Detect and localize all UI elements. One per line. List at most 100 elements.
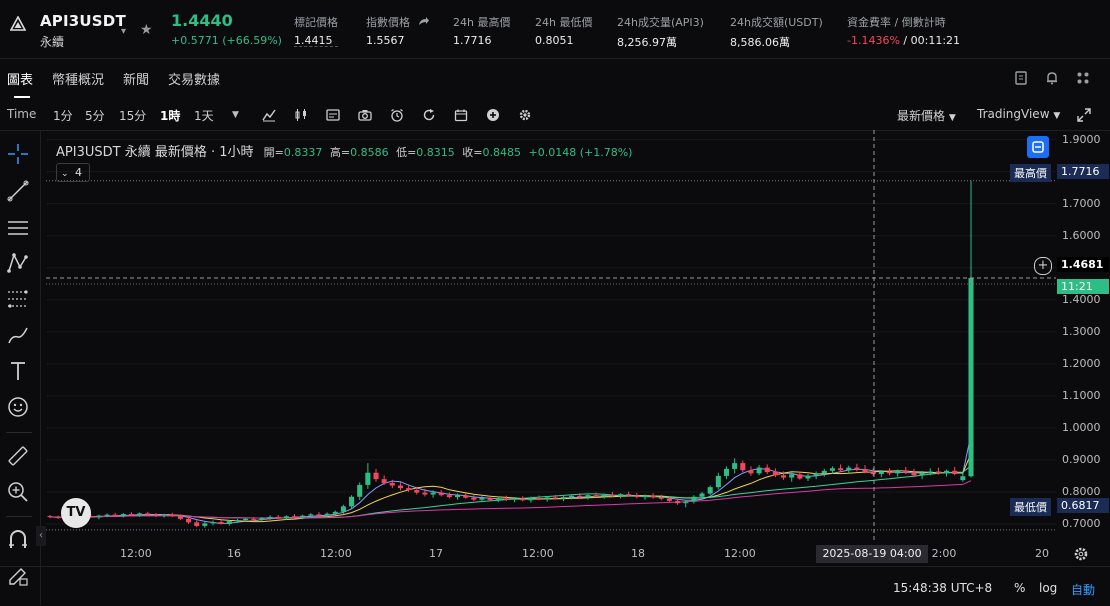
candle-body (145, 513, 151, 515)
candle-body (707, 487, 713, 494)
pattern-tool-icon[interactable] (6, 251, 30, 275)
ruler-icon[interactable] (6, 444, 30, 468)
time-tick: 12:00 (120, 547, 152, 560)
interval-more-chevron-icon[interactable]: ▼ (232, 110, 239, 120)
price-type-select[interactable]: 最新價格 ▼ (897, 107, 956, 124)
candle-body (226, 521, 232, 524)
chart-compare-button[interactable] (1027, 136, 1049, 158)
favorite-star-icon[interactable]: ★ (140, 22, 153, 38)
candle-body (870, 472, 876, 475)
time-tick: 2:00 (931, 547, 957, 560)
refresh-icon[interactable] (422, 108, 436, 122)
gear-icon[interactable] (518, 108, 532, 122)
clock[interactable]: 15:48:38 UTC+8 (893, 581, 992, 595)
interval-1h[interactable]: 1時 (160, 107, 180, 124)
tab-trading-data[interactable]: 交易數據 (168, 69, 220, 88)
time-tick: 16 (227, 547, 241, 560)
interval-1d[interactable]: 1天 (194, 107, 214, 124)
candle-body (112, 514, 118, 516)
candle-body (683, 501, 689, 504)
goto-start-icon[interactable] (5, 573, 29, 597)
candle-body (797, 474, 803, 479)
log-toggle[interactable]: log (1039, 581, 1057, 595)
text-tool-icon[interactable] (6, 359, 30, 383)
indicators-icon[interactable] (262, 108, 276, 122)
indicators-toggle[interactable]: ⌄ 4 (56, 163, 90, 182)
legend-low: 0.8315 (416, 146, 455, 159)
legend-change: +0.0148 (+1.78%) (528, 146, 633, 159)
horizontal-lines-icon[interactable] (6, 216, 30, 240)
candle-body (47, 515, 53, 517)
candle-body (414, 490, 420, 493)
axis-settings-gear-icon[interactable] (1073, 546, 1089, 562)
camera-icon[interactable] (358, 108, 372, 122)
candle-body (463, 495, 469, 498)
tab-chart[interactable]: 圖表 (7, 69, 33, 88)
candle-body (919, 472, 925, 476)
tab-news[interactable]: 新聞 (123, 69, 149, 88)
legend-title: API3USDT 永續 最新價格 · 1小時 (56, 145, 254, 160)
price-chart[interactable] (46, 130, 1056, 540)
candle-body (357, 484, 363, 497)
index-price-label[interactable]: 指數價格 (366, 14, 410, 30)
candle-body (438, 492, 444, 496)
candle-body (878, 471, 884, 475)
symbol-name[interactable]: API3USDT (40, 12, 126, 30)
collapse-toolbar-icon[interactable]: ‹ (36, 526, 46, 546)
candle-body (104, 514, 110, 516)
time-tick: 17 (429, 547, 443, 560)
candle-body (968, 277, 974, 477)
fib-retracement-icon[interactable] (6, 287, 30, 311)
cursor-price-label: 1.4681 (1057, 257, 1109, 272)
price-tick: 1.1000 (1062, 388, 1101, 402)
calendar-icon[interactable] (454, 108, 468, 122)
ma-line-fast (49, 434, 972, 525)
candle-body (618, 494, 624, 497)
notebook-icon[interactable] (1014, 71, 1028, 85)
candle-body (169, 514, 175, 517)
brush-icon[interactable] (6, 323, 30, 347)
provider-select[interactable]: TradingView ▼ (977, 107, 1060, 121)
interval-15m[interactable]: 15分 (119, 107, 146, 124)
candle-body (528, 498, 534, 501)
add-alert-plus-icon[interactable]: + (1034, 257, 1052, 275)
candle-body (593, 495, 599, 497)
zoom-in-icon[interactable] (6, 480, 30, 504)
mark-price-label[interactable]: 標記價格 (294, 14, 338, 30)
candle-body (177, 516, 183, 519)
candle-body (952, 470, 958, 475)
expand-icon[interactable] (1077, 108, 1091, 122)
interval-1m[interactable]: 1分 (53, 107, 73, 124)
interval-5m[interactable]: 5分 (85, 107, 105, 124)
swap-icon (1032, 141, 1044, 153)
candle-body (911, 472, 917, 476)
chart-settings-icon[interactable] (326, 108, 340, 122)
share-arrow-icon[interactable] (418, 16, 429, 26)
trend-line-icon[interactable] (6, 179, 30, 203)
crosshair-icon[interactable] (6, 142, 30, 166)
ma-line-medium (49, 453, 972, 523)
percent-toggle[interactable]: % (1014, 581, 1025, 595)
time-label[interactable]: Time (7, 107, 36, 121)
candle-body (675, 500, 681, 504)
chevron-down-icon[interactable]: ▾ (121, 26, 126, 37)
tradingview-logo-icon[interactable]: TV (61, 498, 91, 528)
layout-grid-icon[interactable] (1076, 71, 1090, 85)
add-circle-icon[interactable] (486, 108, 500, 122)
high-24h-value: 1.7716 (453, 34, 492, 47)
magnet-icon[interactable] (6, 528, 30, 552)
index-price-value: 1.5567 (366, 34, 405, 47)
candle-body (324, 513, 330, 516)
alert-bell-icon[interactable] (1045, 71, 1059, 85)
emoji-icon[interactable] (6, 395, 30, 419)
alarm-clock-icon[interactable] (390, 108, 404, 122)
candle-body (813, 473, 819, 476)
candle-body (259, 517, 265, 520)
candle-body (944, 470, 950, 474)
candle-style-icon[interactable] (294, 108, 308, 122)
candle-body (601, 494, 607, 497)
candle-body (577, 495, 583, 498)
tab-coin-overview[interactable]: 幣種概況 (52, 69, 104, 88)
auto-scale-toggle[interactable]: 自動 (1071, 581, 1095, 598)
candle-body (503, 498, 509, 500)
